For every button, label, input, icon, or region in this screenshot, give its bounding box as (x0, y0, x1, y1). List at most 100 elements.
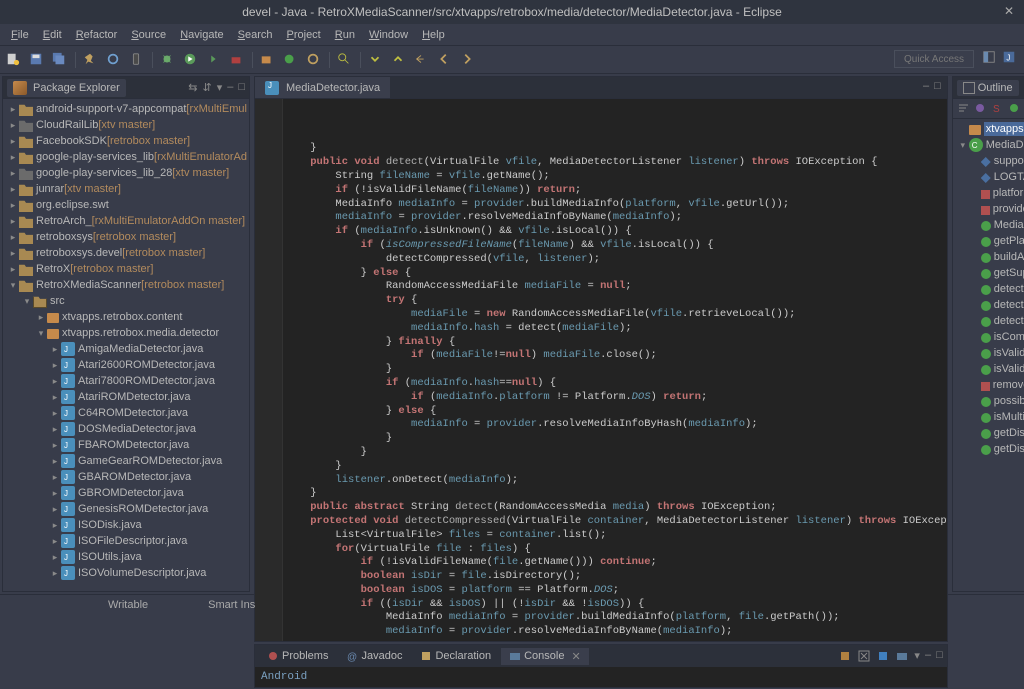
outline-member-possibleDiskTags[interactable]: possibleDiskTags : String[] (955, 393, 1024, 409)
code-line[interactable]: public abstract String detect(RandomAcce… (285, 501, 947, 515)
code-line[interactable]: if (mediaFile!=null) mediaFile.close(); (285, 349, 947, 363)
editor-tab-mediadetector[interactable]: MediaDetector.java (255, 77, 390, 98)
search-icon[interactable] (337, 52, 353, 68)
editor-gutter[interactable] (255, 99, 283, 641)
hide-nonpublic-icon[interactable] (1008, 102, 1021, 115)
code-line[interactable]: detectCompressed(vfile, listener); (285, 253, 947, 267)
outline-tree[interactable]: xtvapps.retrobox.media.detector MediaDete… (953, 119, 1024, 591)
file-ISOUtils.java[interactable]: ISOUtils.java (5, 549, 247, 565)
hide-static-icon[interactable]: S (991, 102, 1004, 115)
project-CloudRailLib[interactable]: CloudRailLib [xtv master] (5, 117, 247, 133)
back-icon[interactable] (437, 52, 453, 68)
project-org.eclipse.swt[interactable]: org.eclipse.swt (5, 197, 247, 213)
view-menu-icon[interactable]: ▾ (217, 81, 223, 94)
code-line[interactable]: MediaInfo mediaInfo = provider.buildMedi… (285, 611, 947, 625)
outline-member-isValidFileName(String)[interactable]: isValidFileName(String) : boolean (955, 361, 1024, 377)
arrow-icon[interactable] (7, 149, 19, 165)
project-RetroXMediaScanner[interactable]: RetroXMediaScanner [retrobox master] (5, 277, 247, 293)
outline-member-getDiskNumber(Platform, String)[interactable]: getDiskNumber(Platform, String) (955, 425, 1024, 441)
file-GenesisROMDetector.java[interactable]: GenesisROMDetector.java (5, 501, 247, 517)
code-line[interactable]: } else { (285, 405, 947, 419)
minimize-icon[interactable]: ‒ (923, 80, 929, 95)
package-content[interactable]: xtvapps.retrobox.content (5, 309, 247, 325)
java-perspective-icon[interactable]: J (1002, 50, 1018, 66)
maximize-icon[interactable]: □ (934, 80, 941, 95)
package-explorer-tab[interactable]: Package Explorer (7, 79, 126, 97)
file-ISOVolumeDescriptor.java[interactable]: ISOVolumeDescriptor.java (5, 565, 247, 581)
new-pkg-icon[interactable] (260, 52, 276, 68)
file-AmigaMediaDetector.java[interactable]: AmigaMediaDetector.java (5, 341, 247, 357)
menu-refactor[interactable]: Refactor (69, 29, 125, 41)
code-line[interactable]: } finally { (285, 336, 947, 350)
ext-tools-icon[interactable] (229, 52, 245, 68)
project-FacebookSDK[interactable]: FacebookSDK [retrobox master] (5, 133, 247, 149)
arrow-icon[interactable] (49, 469, 61, 485)
menu-project[interactable]: Project (280, 29, 328, 41)
code-line[interactable]: } (285, 487, 947, 501)
outline-member-removeNumbers(String)[interactable]: removeNumbers(String) : String (955, 377, 1024, 393)
code-line[interactable]: if (isCompressedFileName(fileName) && vf… (285, 239, 947, 253)
minimize-icon[interactable]: ‒ (227, 81, 233, 94)
link-editor-icon[interactable]: ⇵ (202, 81, 211, 94)
hide-fields-icon[interactable] (974, 102, 987, 115)
outline-member-platform[interactable]: platform : Platform (955, 185, 1024, 201)
outline-package[interactable]: xtvapps.retrobox.media.detector (955, 121, 1024, 137)
code-line[interactable]: MediaInfo mediaInfo = provider.buildMedi… (285, 198, 947, 212)
outline-member-LOGTAG[interactable]: LOGTAG : String (955, 169, 1024, 185)
file-FBAROMDetector.java[interactable]: FBAROMDetector.java (5, 437, 247, 453)
menu-window[interactable]: Window (362, 29, 415, 41)
outline-member-detect(RandomAccessMedia)[interactable]: detect(RandomAccessMedia) : Stri (955, 297, 1024, 313)
code-line[interactable]: for(VirtualFile file : files) { (285, 543, 947, 557)
tab-problems[interactable]: Problems (259, 648, 336, 664)
arrow-icon[interactable] (7, 245, 19, 261)
code-line[interactable]: if (!isValidFileName(file.getName())) co… (285, 556, 947, 570)
code-line[interactable]: } (285, 460, 947, 474)
arrow-icon[interactable] (49, 421, 61, 437)
file-C64ROMDetector.java[interactable]: C64ROMDetector.java (5, 405, 247, 421)
outline-member-provider[interactable]: provider : MediaInfoProvider (955, 201, 1024, 217)
minimize-icon[interactable]: ‒ (925, 649, 931, 663)
code-line[interactable]: if (mediaInfo.hash==null) { (285, 377, 947, 391)
project-google-play-services_lib_28[interactable]: google-play-services_lib_28 [xtv master] (5, 165, 247, 181)
last-edit-icon[interactable] (414, 52, 430, 68)
arrow-icon[interactable] (7, 197, 19, 213)
arrow-icon[interactable] (49, 341, 61, 357)
arrow-icon[interactable] (49, 357, 61, 373)
arrow-icon[interactable] (7, 117, 19, 133)
file-ISOFileDescriptor.java[interactable]: ISOFileDescriptor.java (5, 533, 247, 549)
code-line[interactable]: mediaInfo = provider.resolveMediaInfoByH… (285, 418, 947, 432)
arrow-icon[interactable] (49, 485, 61, 501)
code-line[interactable]: if (!isValidFileName(fileName)) return; (285, 184, 947, 198)
arrow-icon[interactable] (35, 325, 47, 341)
arrow-icon[interactable] (7, 165, 19, 181)
file-DOSMediaDetector.java[interactable]: DOSMediaDetector.java (5, 421, 247, 437)
outline-member-detectCompressed(VirtualFile, Med[interactable]: detectCompressed(VirtualFile, Med (955, 313, 1024, 329)
arrow-icon[interactable] (49, 517, 61, 533)
menu-source[interactable]: Source (124, 29, 173, 41)
project-RetroArch_[interactable]: RetroArch_ [rxMultiEmulatorAddOn master] (5, 213, 247, 229)
menu-help[interactable]: Help (415, 29, 452, 41)
outline-member-getPlatform()[interactable]: getPlatform() : Platform (955, 233, 1024, 249)
outline-member-MediaDetector(MediaInfoProvider,[interactable]: MediaDetector(MediaInfoProvider, (955, 217, 1024, 233)
code-line[interactable]: if (mediaInfo.platform != Platform.DOS) … (285, 391, 947, 405)
code-line[interactable]: RandomAccessMediaFile mediaFile = null; (285, 280, 947, 294)
arrow-icon[interactable] (35, 309, 47, 325)
close-icon[interactable]: ✕ (571, 650, 580, 663)
outline-member-detect(VirtualFile, MediaDetectorLi[interactable]: detect(VirtualFile, MediaDetectorLi (955, 281, 1024, 297)
phone-icon[interactable] (129, 52, 145, 68)
arrow-icon[interactable] (49, 389, 61, 405)
run-last-icon[interactable] (206, 52, 222, 68)
code-line[interactable]: listener.onDetect(mediaInfo); (285, 474, 947, 488)
project-junrar[interactable]: junrar [xtv master] (5, 181, 247, 197)
quick-access[interactable]: Quick Access (894, 50, 974, 68)
window-close-icon[interactable]: ✕ (1004, 4, 1016, 16)
arrow-icon[interactable] (21, 293, 33, 309)
debug-icon[interactable] (160, 52, 176, 68)
maximize-icon[interactable]: □ (238, 81, 245, 94)
arrow-icon[interactable] (49, 565, 61, 581)
run-icon[interactable] (183, 52, 199, 68)
next-annot-icon[interactable] (368, 52, 384, 68)
save-all-icon[interactable] (52, 52, 68, 68)
skip-icon[interactable] (106, 52, 122, 68)
code-line[interactable]: protected void detectCompressed(VirtualF… (285, 515, 947, 529)
